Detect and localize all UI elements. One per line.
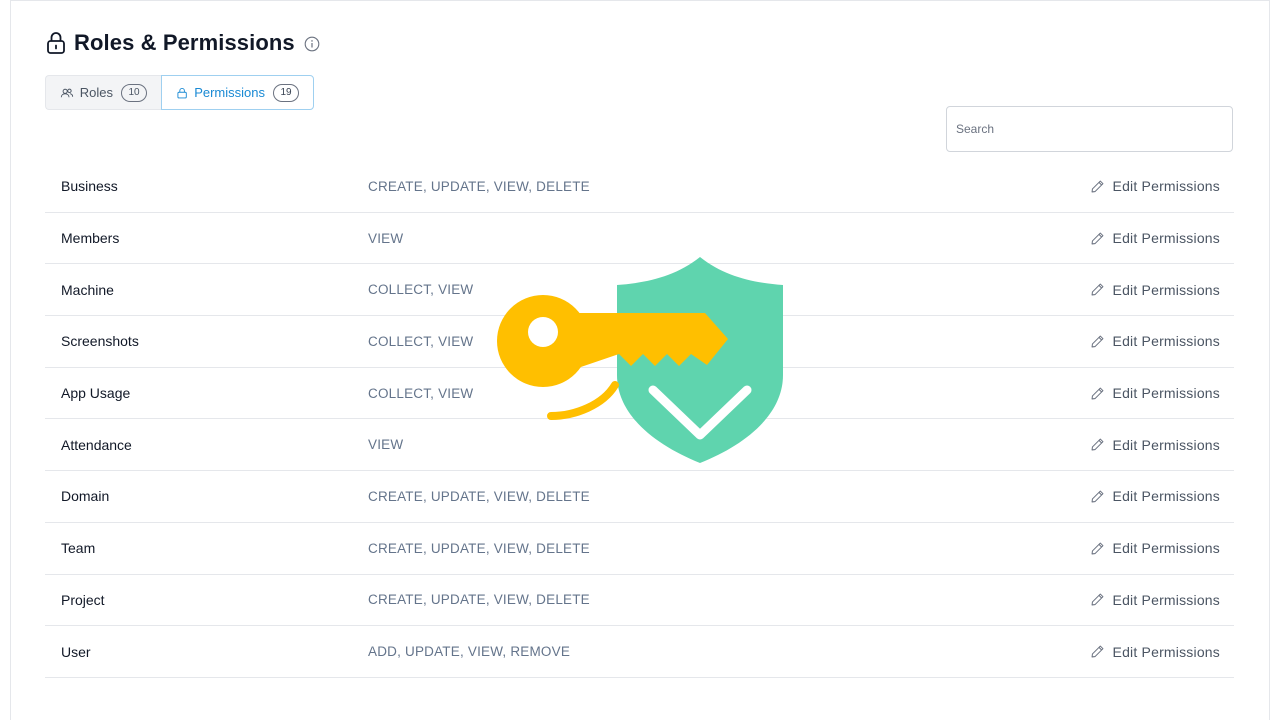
permission-name: Business (61, 178, 118, 195)
pencil-icon (1091, 593, 1103, 606)
pencil-icon (1091, 232, 1103, 244)
permission-name: Screenshots (61, 333, 139, 350)
edit-permissions-label: Edit Permissions (1112, 540, 1220, 557)
info-icon[interactable] (304, 36, 320, 52)
permission-actions: CREATE, UPDATE, VIEW, DELETE (368, 488, 590, 504)
table-row: Machine COLLECT, VIEW Edit Permissions (45, 264, 1234, 317)
edit-permissions-button[interactable]: Edit Permissions (1090, 540, 1220, 556)
tab-permissions-label: Permissions (194, 85, 265, 100)
table-row: App Usage COLLECT, VIEW Edit Permissions (45, 368, 1234, 420)
permission-name: Team (61, 540, 96, 557)
lock-icon (47, 32, 65, 54)
tab-roles-label: Roles (79, 85, 113, 100)
table-row: Project CREATE, UPDATE, VIEW, DELETE Edit … (45, 575, 1234, 627)
edit-permissions-button[interactable]: Edit Permissions (1090, 437, 1220, 453)
pencil-icon (1091, 645, 1103, 658)
pencil-icon (1091, 180, 1103, 193)
table-row: Business CREATE, UPDATE, VIEW, DELETE Edit… (45, 161, 1234, 213)
edit-permissions-button[interactable]: Edit Permissions (1090, 488, 1220, 504)
edit-permissions-label: Edit Permissions (1112, 488, 1220, 505)
table-row: Screenshots COLLECT, VIEW Edit Permissions (45, 316, 1234, 368)
edit-permissions-button[interactable]: Edit Permissions (1090, 333, 1220, 349)
permission-actions: VIEW (368, 230, 404, 246)
edit-permissions-button[interactable]: Edit Permissions (1090, 178, 1220, 194)
edit-permissions-label: Edit Permissions (1112, 230, 1220, 247)
edit-permissions-label: Edit Permissions (1112, 385, 1220, 402)
permission-actions: COLLECT, VIEW (368, 333, 474, 349)
permission-actions: CREATE, UPDATE, VIEW, DELETE (368, 592, 590, 608)
permission-actions: CREATE, UPDATE, VIEW, DELETE (368, 178, 590, 194)
tab-bar: Roles 10 Permissions 19 (45, 75, 314, 110)
edit-permissions-label: Edit Permissions (1112, 178, 1220, 195)
edit-permissions-button[interactable]: Edit Permissions (1090, 644, 1220, 660)
pencil-icon (1091, 335, 1103, 348)
table-row: User ADD, UPDATE, VIEW, REMOVE Edit Permis… (45, 626, 1234, 678)
permission-actions: COLLECT, VIEW (368, 282, 474, 298)
edit-permissions-button[interactable]: Edit Permissions (1090, 592, 1220, 608)
permission-actions: VIEW (368, 437, 404, 453)
table-row: Attendance VIEW Edit Permissions (45, 419, 1234, 472)
permission-name: Domain (61, 488, 110, 505)
tab-roles[interactable]: Roles 10 (45, 75, 161, 110)
permission-name: App Usage (61, 385, 131, 402)
permission-actions: CREATE, UPDATE, VIEW, DELETE (368, 540, 590, 556)
permission-name: Attendance (61, 436, 132, 453)
table-row: Team CREATE, UPDATE, VIEW, DELETE Edit Per… (45, 523, 1234, 575)
edit-permissions-label: Edit Permissions (1112, 436, 1220, 453)
permission-actions: COLLECT, VIEW (368, 385, 474, 401)
tab-roles-count: 10 (121, 83, 147, 102)
edit-permissions-button[interactable]: Edit Permissions (1090, 385, 1220, 401)
permission-name: Project (61, 591, 105, 608)
lock-icon (177, 87, 187, 98)
page-title: Roles & Permissions (74, 30, 295, 55)
users-icon (60, 88, 74, 97)
permissions-table: Business CREATE, UPDATE, VIEW, DELETE Edit… (45, 161, 1234, 678)
search-input[interactable] (946, 106, 1233, 152)
page-header: Roles & Permissions (46, 30, 320, 56)
pencil-icon (1091, 490, 1103, 503)
permission-name: Machine (61, 281, 114, 298)
permission-actions: ADD, UPDATE, VIEW, REMOVE (368, 644, 571, 660)
edit-permissions-button[interactable]: Edit Permissions (1090, 282, 1220, 298)
tab-permissions[interactable]: Permissions 19 (161, 75, 314, 110)
tab-permissions-count: 19 (273, 83, 299, 102)
table-row: Members VIEW Edit Permissions (45, 213, 1234, 265)
edit-permissions-label: Edit Permissions (1112, 281, 1220, 298)
edit-permissions-button[interactable]: Edit Permissions (1090, 230, 1220, 246)
pencil-icon (1091, 438, 1103, 451)
pencil-icon (1091, 283, 1103, 296)
edit-permissions-label: Edit Permissions (1112, 333, 1220, 350)
edit-permissions-label: Edit Permissions (1112, 591, 1220, 608)
table-row: Domain CREATE, UPDATE, VIEW, DELETE Edit P… (45, 471, 1234, 523)
pencil-icon (1091, 542, 1103, 555)
pencil-icon (1091, 387, 1103, 400)
permission-name: User (61, 643, 91, 660)
permission-name: Members (61, 230, 120, 247)
edit-permissions-label: Edit Permissions (1112, 643, 1220, 660)
